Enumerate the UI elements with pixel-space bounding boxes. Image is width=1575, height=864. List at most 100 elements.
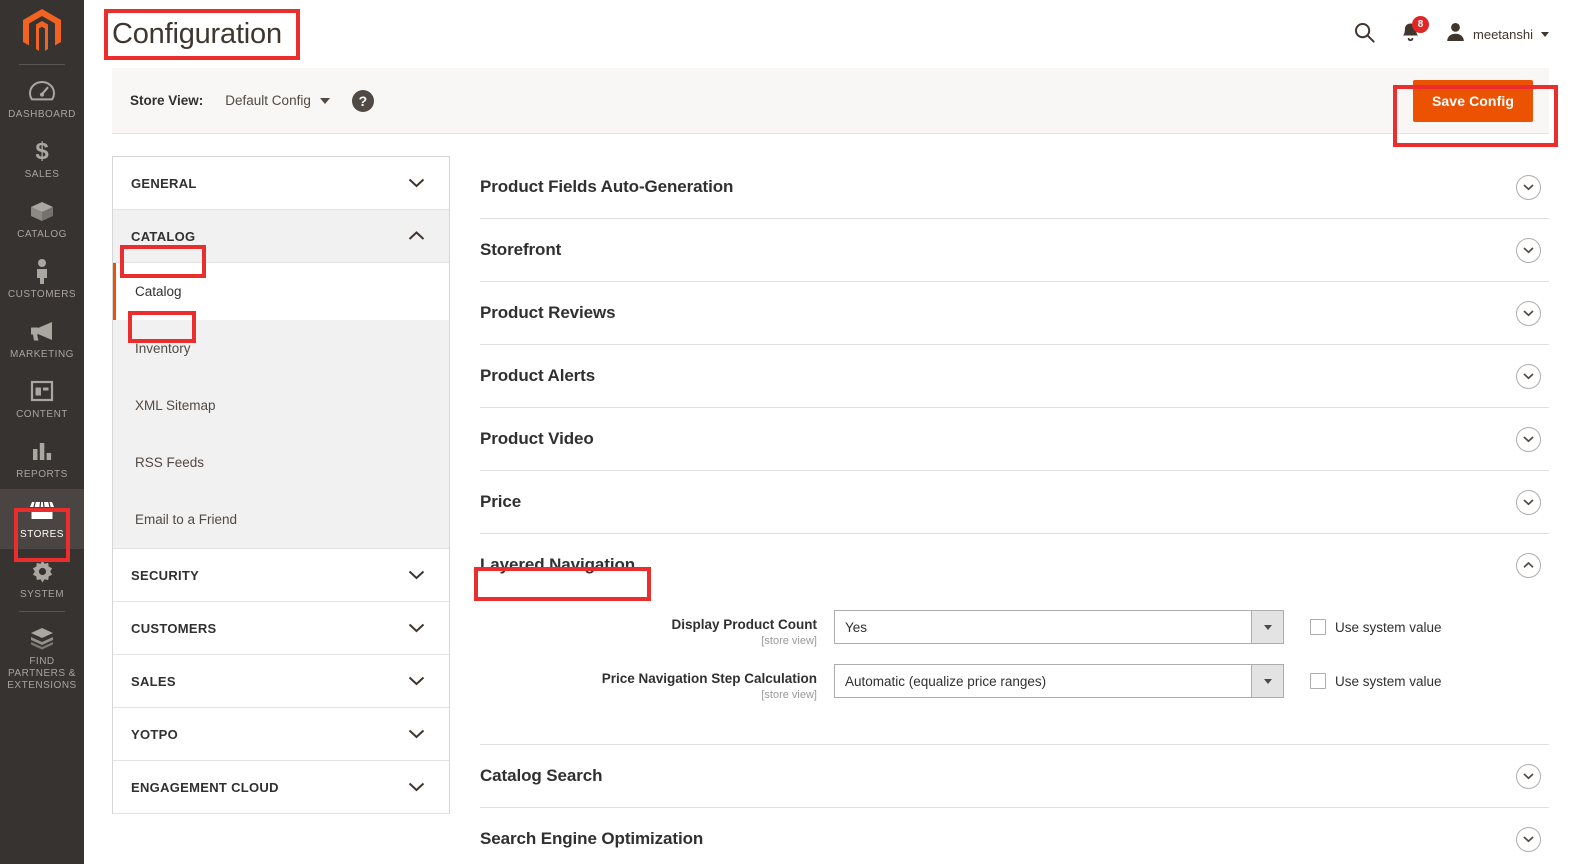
sidebar-item-label: Find Partners & Extensions [7,656,77,691]
chevron-down-icon [408,782,425,792]
config-nav-section-header[interactable]: Yotpo [113,708,449,760]
config-nav-item-label: Email to a Friend [135,512,238,527]
config-nav-section-header[interactable]: Catalog [113,210,449,262]
sidebar-item-label: Sales [24,169,60,180]
sidebar-item-system[interactable]: System [0,549,84,609]
sidebar-item-marketing[interactable]: Marketing [0,309,84,369]
sidebar-item-label: Dashboard [8,109,76,120]
select-value: Yes [845,619,868,635]
config-section-title: Product Fields Auto-Generation [480,177,734,196]
config-section-product-video[interactable]: Product Video [480,408,1549,471]
config-section-header[interactable]: Product Video [480,408,1549,470]
config-nav-section-general: General [113,157,449,210]
chevron-down-icon [408,623,425,633]
use-system-value-label: Use system value [1335,673,1442,689]
config-nav-section-header[interactable]: Customers [113,602,449,654]
search-button[interactable] [1354,22,1375,46]
config-nav-panel: General Catalog [112,156,450,814]
sidebar-item-catalog[interactable]: Catalog [0,189,84,249]
chevron-down-icon [408,729,425,739]
config-nav-item-label: Inventory [135,341,191,356]
chevron-down-icon [1516,174,1541,200]
sidebar-item-sales[interactable]: $ Sales [0,129,84,189]
config-section-title: Catalog Search [480,766,603,785]
config-nav-section-header[interactable]: Engagement Cloud [113,761,449,813]
config-nav-section-header[interactable]: General [113,157,449,209]
chevron-down-icon [1251,665,1283,697]
chevron-down-icon [408,570,425,580]
select-value: Automatic (equalize price ranges) [845,673,1047,689]
config-nav-section-header[interactable]: Sales [113,655,449,707]
config-section-price[interactable]: Price [480,471,1549,534]
field-label-col: Price Navigation Step Calculation [store… [480,664,834,702]
config-section-catalog-search[interactable]: Catalog Search [480,745,1549,808]
field-label-col: Display Product Count [store view] [480,610,834,648]
config-section-title: Storefront [480,240,562,259]
sidebar-item-label: Reports [16,469,68,480]
config-section-product-alerts[interactable]: Product Alerts [480,345,1549,408]
content-layout-icon [30,378,54,404]
config-section-layered-navigation[interactable]: Layered Navigation Display Product Count… [480,534,1549,745]
config-section-header[interactable]: Price [480,471,1549,533]
reports-bars-icon [30,438,54,464]
chevron-down-icon [1516,426,1541,452]
field-control-col: Automatic (equalize price ranges) Use sy… [834,664,1442,698]
config-nav-section-title: Catalog [131,228,196,244]
page-header: Configuration 8 meetanshi [84,0,1575,68]
magento-logo-icon [23,9,61,51]
config-section-title: Product Video [480,429,594,448]
price-navigation-step-calculation-select[interactable]: Automatic (equalize price ranges) [834,664,1284,698]
config-nav-item-xml-sitemap[interactable]: XML Sitemap [113,377,449,434]
config-nav-section-engagement-cloud: Engagement Cloud [113,761,449,814]
config-nav-item-catalog[interactable]: Catalog [113,263,449,320]
sidebar-divider-top [19,64,65,65]
chevron-up-icon [1516,552,1541,578]
config-section-header[interactable]: Product Reviews [480,282,1549,344]
config-nav-section-header[interactable]: Security [113,549,449,601]
display-product-count-select[interactable]: Yes [834,610,1284,644]
config-section-product-fields-auto-generation[interactable]: Product Fields Auto-Generation [480,156,1549,219]
catalog-box-icon [28,198,56,224]
config-nav-item-inventory[interactable]: Inventory [113,320,449,377]
use-system-value-checkbox[interactable] [1310,619,1326,635]
question-mark-icon[interactable]: ? [351,89,374,112]
system-gear-icon [30,558,55,584]
config-nav-section-yotpo: Yotpo [113,708,449,761]
chevron-down-icon [1516,763,1541,789]
config-section-header[interactable]: Layered Navigation [480,534,1549,596]
magento-logo[interactable] [0,0,84,62]
config-section-header[interactable]: Product Fields Auto-Generation [480,156,1549,218]
sidebar-item-label: System [19,589,65,600]
save-config-button[interactable]: Save Config [1412,80,1533,122]
field-price-navigation-step-calculation: Price Navigation Step Calculation [store… [480,664,1549,702]
config-section-search-engine-optimization[interactable]: Search Engine Optimization [480,808,1549,864]
use-system-value-toggle[interactable]: Use system value [1310,673,1442,689]
config-nav-section-sales: Sales [113,655,449,708]
config-nav-section-title: General [131,175,197,191]
field-label: Price Navigation Step Calculation [601,671,817,686]
user-menu[interactable]: meetanshi [1446,22,1549,47]
config-section-header[interactable]: Catalog Search [480,745,1549,807]
svg-text:$: $ [35,138,49,164]
config-section-header[interactable]: Search Engine Optimization [480,808,1549,864]
use-system-value-checkbox[interactable] [1310,673,1326,689]
sidebar-item-find-partners[interactable]: Find Partners & Extensions [0,616,84,700]
chevron-down-icon [1516,363,1541,389]
sidebar-item-customers[interactable]: Customers [0,249,84,309]
sidebar-item-content[interactable]: Content [0,369,84,429]
config-nav-item-rss-feeds[interactable]: RSS Feeds [113,434,449,491]
config-section-header[interactable]: Storefront [480,219,1549,281]
config-section-storefront[interactable]: Storefront [480,219,1549,282]
store-view-switcher[interactable]: Default Config [225,93,330,108]
config-section-header[interactable]: Product Alerts [480,345,1549,407]
config-section-product-reviews[interactable]: Product Reviews [480,282,1549,345]
config-section-title: Price [480,492,522,511]
sidebar-item-reports[interactable]: Reports [0,429,84,489]
config-nav-item-email-to-a-friend[interactable]: Email to a Friend [113,491,449,548]
sidebar-item-stores[interactable]: Stores [0,489,84,549]
config-nav-section-title: Security [131,567,200,583]
notifications-button[interactable]: 8 [1401,16,1430,46]
config-nav-sublist: Catalog Inventory XML Sitemap RSS Feeds [113,262,449,548]
sidebar-item-dashboard[interactable]: Dashboard [0,69,84,129]
use-system-value-toggle[interactable]: Use system value [1310,619,1442,635]
